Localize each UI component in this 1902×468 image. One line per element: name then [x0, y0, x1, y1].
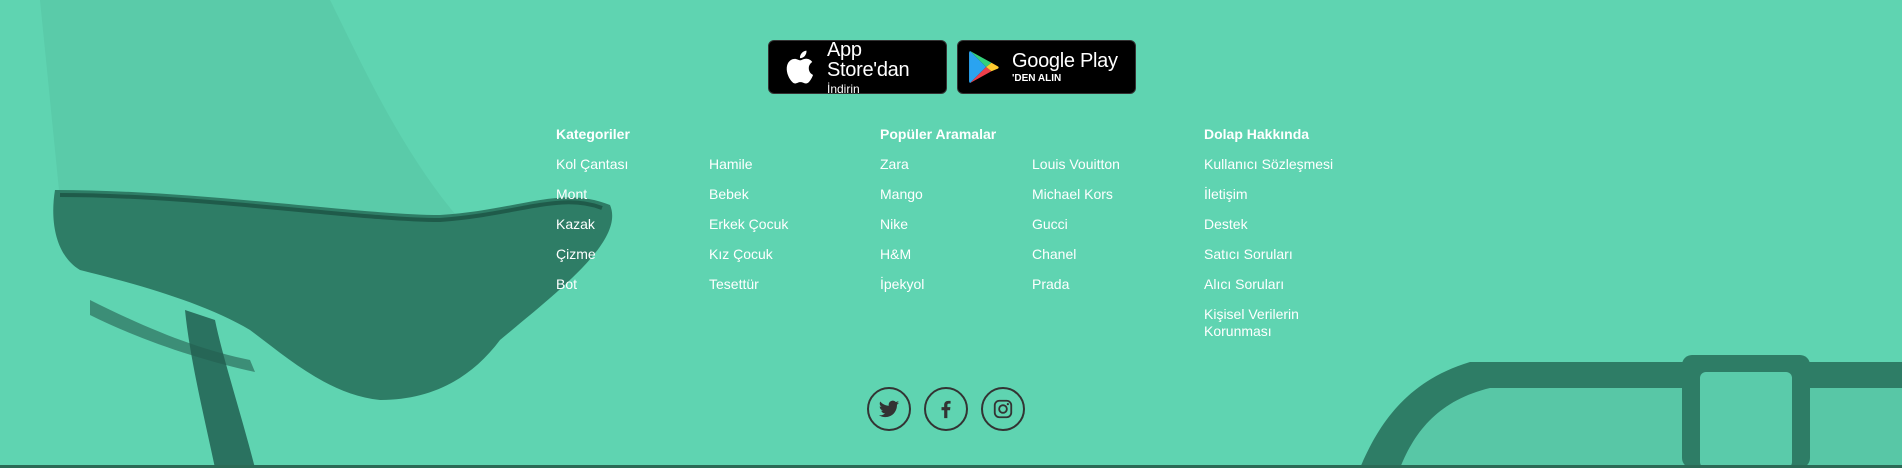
about-link[interactable]: Alıcı Soruları: [1204, 276, 1333, 293]
category-link[interactable]: Tesettür: [709, 276, 788, 293]
popular-search-link[interactable]: Zara: [880, 156, 924, 173]
category-link[interactable]: Kız Çocuk: [709, 246, 788, 263]
popular-search-link[interactable]: H&M: [880, 246, 924, 263]
popular-search-link[interactable]: İpekyol: [880, 276, 924, 293]
google-play-sub-label: 'DEN ALIN: [1012, 72, 1062, 84]
about-heading: Dolap Hakkında: [1204, 126, 1310, 142]
category-link[interactable]: Kol Çantası: [556, 156, 628, 173]
about-links: Kullanıcı Sözleşmesi İletişim Destek Sat…: [1204, 156, 1333, 353]
footer: App Store'dan İndirin Google Play 'DEN A…: [0, 0, 1902, 468]
app-store-badges: App Store'dan İndirin Google Play 'DEN A…: [768, 38, 1136, 96]
about-link[interactable]: Kullanıcı Sözleşmesi: [1204, 156, 1333, 173]
apple-icon: [786, 50, 814, 84]
categories-heading: Kategoriler: [556, 126, 630, 142]
instagram-icon: [993, 399, 1013, 419]
google-play-main-label: Google Play: [1012, 49, 1118, 72]
facebook-icon: [941, 400, 951, 419]
popular-search-link[interactable]: Prada: [1032, 276, 1120, 293]
popular-search-link[interactable]: Nike: [880, 216, 924, 233]
app-store-sub-label: İndirin: [827, 81, 860, 96]
google-play-button[interactable]: Google Play 'DEN ALIN: [957, 40, 1136, 94]
popular-search-link[interactable]: Michael Kors: [1032, 186, 1120, 203]
google-play-icon: [969, 51, 999, 83]
category-link[interactable]: Çizme: [556, 246, 628, 263]
about-link[interactable]: Kişisel Verilerin Korunması: [1204, 306, 1314, 340]
popular-search-link[interactable]: Chanel: [1032, 246, 1120, 263]
facebook-button[interactable]: [924, 387, 968, 431]
category-link[interactable]: Mont: [556, 186, 628, 203]
category-link[interactable]: Kazak: [556, 216, 628, 233]
category-link[interactable]: Erkek Çocuk: [709, 216, 788, 233]
popular-search-link[interactable]: Louis Vouitton: [1032, 156, 1120, 173]
twitter-button[interactable]: [867, 387, 911, 431]
categories-column-1: Kol Çantası Mont Kazak Çizme Bot: [556, 156, 628, 306]
popular-searches-heading: Popüler Aramalar: [880, 126, 997, 142]
about-link[interactable]: İletişim: [1204, 186, 1333, 203]
categories-column-2: Hamile Bebek Erkek Çocuk Kız Çocuk Teset…: [709, 156, 788, 306]
category-link[interactable]: Bot: [556, 276, 628, 293]
category-link[interactable]: Hamile: [709, 156, 788, 173]
popular-search-link[interactable]: Mango: [880, 186, 924, 203]
popular-searches-column-2: Louis Vouitton Michael Kors Gucci Chanel…: [1032, 156, 1120, 306]
about-link[interactable]: Satıcı Soruları: [1204, 246, 1333, 263]
popular-searches-column-1: Zara Mango Nike H&M İpekyol: [880, 156, 924, 306]
instagram-button[interactable]: [981, 387, 1025, 431]
category-link[interactable]: Bebek: [709, 186, 788, 203]
twitter-icon: [878, 400, 900, 418]
social-links: [867, 387, 1025, 431]
about-link[interactable]: Destek: [1204, 216, 1333, 233]
app-store-main-label: App Store'dan: [827, 38, 910, 81]
popular-search-link[interactable]: Gucci: [1032, 216, 1120, 233]
app-store-button[interactable]: App Store'dan İndirin: [768, 38, 947, 96]
